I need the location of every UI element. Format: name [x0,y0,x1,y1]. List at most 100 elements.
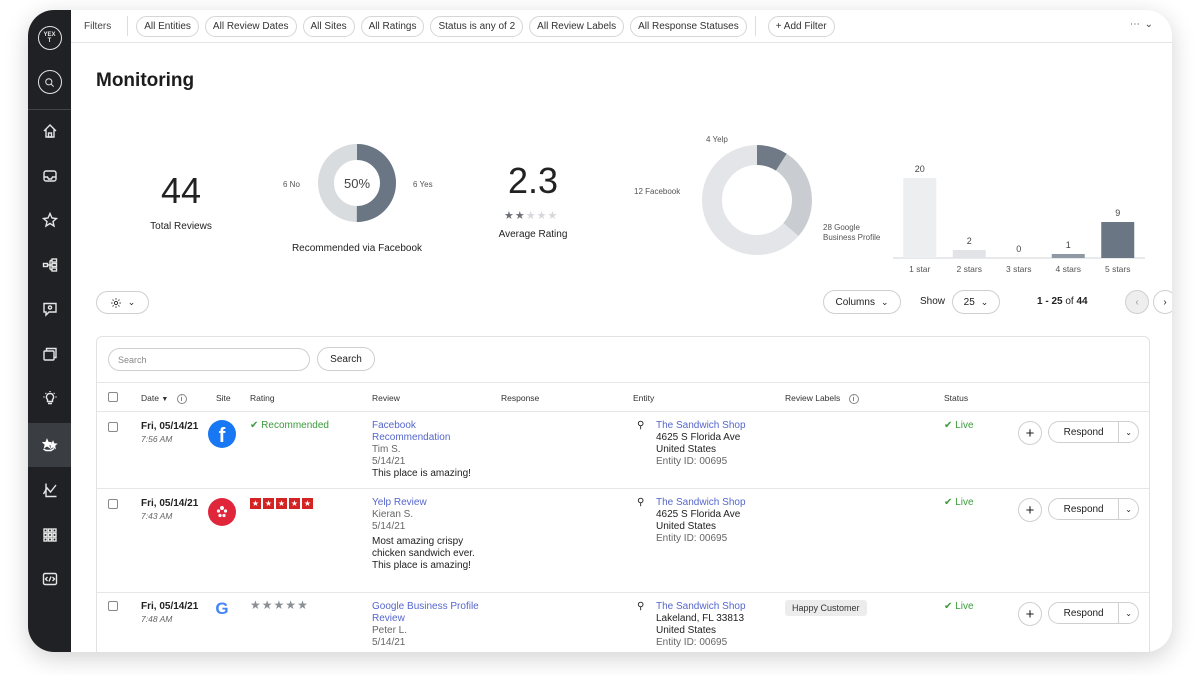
home-icon[interactable] [28,109,71,153]
add-response-button[interactable]: + [1018,421,1042,445]
pages-tree-icon[interactable] [28,243,71,287]
bar-category-label: 5 stars [1105,264,1131,274]
site-donut-chart [702,145,812,255]
filter-separator [754,16,756,36]
bar-3 [1051,254,1085,258]
main-content: Filters All Entities All Review Dates Al… [71,10,1172,652]
header-response: Response [501,393,540,403]
bar-value-label: 9 [1115,208,1120,218]
bar-4 [1101,222,1135,258]
filter-chip-review-dates[interactable]: All Review Dates [204,15,297,37]
reviews-icon[interactable] [28,423,71,467]
check-icon: ✔ [944,497,953,508]
check-icon: ✔ [250,420,259,431]
review-date: Fri, 05/14/21 7:48 AM [141,601,199,624]
recommended-yes-label: 6 Yes [413,180,433,189]
add-filter-button[interactable]: + Add Filter [767,15,835,37]
bar-value-label: 1 [1066,240,1071,250]
select-all-checkbox[interactable] [108,392,118,402]
table-row[interactable]: Fri, 05/14/21 7:56 AM f ✔ Recommended Fa… [97,412,1149,489]
entity-link[interactable]: The Sandwich Shop [656,601,776,613]
bar-value-label: 20 [915,164,925,174]
app-window: YEXT Filters All Entities All Review Dat… [28,10,1172,652]
inbox-icon[interactable] [28,154,71,198]
chevron-down-icon: ⌄ [980,296,989,307]
listings-icon[interactable] [28,332,71,376]
review-title-link[interactable]: Facebook Recommendation [372,420,482,444]
row-checkbox[interactable] [108,601,118,611]
respond-button[interactable]: Respond ⌄ [1048,421,1139,443]
star-icon: ★ [261,598,274,612]
sidebar: YEXT [28,10,71,652]
facebook-icon: f [208,420,236,448]
settings-button[interactable]: ⌄ [96,291,149,314]
table-row[interactable]: Fri, 05/14/21 7:48 AM G ★★★★★ Google Bus… [97,593,1149,652]
prev-page-button[interactable]: ‹ [1125,290,1149,314]
page-title: Monitoring [96,70,195,91]
next-page-button[interactable]: › [1153,290,1172,314]
knowledge-graph-icon[interactable] [28,198,71,242]
add-response-button[interactable]: + [1018,498,1042,522]
header-date[interactable]: Date ▼ i [141,393,187,404]
filter-separator [127,16,129,36]
filter-chip-ratings[interactable]: All Ratings [360,15,425,37]
total-reviews-value: 44 [160,170,202,211]
info-icon: i [848,394,859,404]
page-size-select[interactable]: 25 ⌄ [952,290,1000,314]
add-response-button[interactable]: + [1018,602,1042,626]
table-row[interactable]: Fri, 05/14/21 7:43 AM ★ ★ ★ ★ ★ Yelp Review … [97,489,1149,593]
filter-chip-entities[interactable]: All Entities [136,15,199,37]
chevron-down-icon: ⌄ [880,296,889,307]
yext-logo-mark: YEXT [37,26,62,50]
plus-icon: + [1025,424,1035,442]
filter-chip-status[interactable]: Status is any of 2 [430,15,524,37]
chevron-down-icon[interactable]: ⌄ [1118,603,1138,623]
page-size-value: 25 [963,296,975,308]
entity-link[interactable]: The Sandwich Shop [656,497,776,509]
search-input[interactable]: Search [108,348,310,371]
respond-button[interactable]: Respond ⌄ [1048,498,1139,520]
filter-chip-review-labels[interactable]: All Review Labels [529,15,625,37]
row-checkbox[interactable] [108,422,118,432]
chat-icon[interactable] [28,287,71,331]
star-icon: ★ [504,210,514,222]
chevron-down-icon[interactable]: ⌄ [1118,422,1138,442]
site-label-yelp: 4 Yelp [706,135,728,144]
entity-link[interactable]: The Sandwich Shop [656,420,776,432]
recommended-caption: Recommended via Facebook [291,243,423,254]
columns-button[interactable]: Columns ⌄ [823,290,901,314]
plus-icon: + [1025,605,1035,623]
row-checkbox[interactable] [108,499,118,509]
respond-button[interactable]: Respond ⌄ [1048,602,1139,624]
review-content: Google Business Profile Review Peter L. … [372,601,482,649]
lightbulb-icon[interactable] [28,376,71,420]
analytics-icon[interactable] [28,468,71,512]
bar-value-label: 0 [1016,244,1021,254]
pagination-of: of [1065,296,1074,307]
developer-icon[interactable] [28,557,71,601]
chevron-down-icon[interactable]: ⌄ [1118,499,1138,519]
yext-logo[interactable]: YEXT [28,16,71,60]
search-icon[interactable] [28,60,71,104]
status-badge: ✔ Live [944,601,974,612]
more-options-icon[interactable]: ⋯ ⌄ [1130,19,1154,30]
filter-chip-response-statuses[interactable]: All Response Statuses [630,15,747,37]
search-button[interactable]: Search [317,347,375,371]
filter-chip-sites[interactable]: All Sites [302,15,355,37]
bar-1 [952,250,986,258]
header-entity: Entity [633,393,655,403]
site-label-google: 28 Google Business Profile [823,223,881,242]
review-title-link[interactable]: Yelp Review [372,497,482,509]
entity-info: The Sandwich Shop Lakeland, FL 33813 Uni… [656,601,776,649]
review-title-link[interactable]: Google Business Profile Review [372,601,482,625]
header-status: Status [944,393,969,403]
apps-grid-icon[interactable] [28,513,71,557]
site-label-facebook: 12 Facebook [634,187,681,196]
average-rating-value: 2.3 [507,160,559,201]
star-icon: ★ [302,498,313,509]
pagination-total: 44 [1076,296,1088,307]
rating-stars: ★★★★★ [250,498,313,509]
review-label-chip[interactable]: Happy Customer [785,600,867,616]
average-rating-stars: ★ ★ ★ ★ ★ [504,209,557,222]
location-pin-icon: ⚲ [637,497,645,508]
